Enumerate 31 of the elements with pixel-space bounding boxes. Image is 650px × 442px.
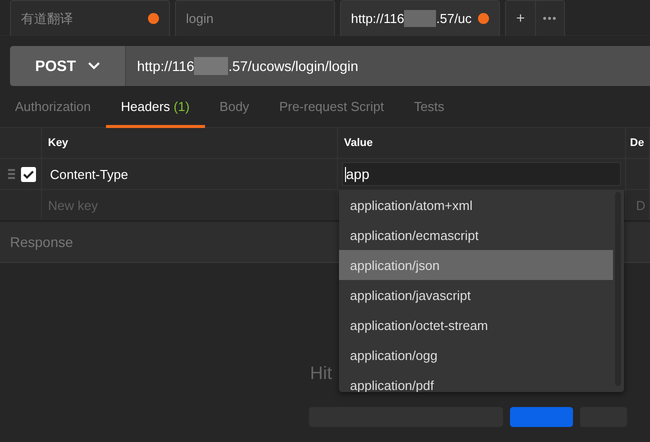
checkbox[interactable]	[21, 166, 36, 182]
column-header: De	[630, 137, 644, 149]
suggestion-item[interactable]: application/ogg	[339, 340, 613, 370]
suggestion-item[interactable]: application/json	[339, 250, 613, 280]
suggestion-item[interactable]: application/atom+xml	[339, 190, 613, 220]
more-button[interactable]: •••	[535, 1, 564, 36]
tab-title: login	[186, 11, 214, 26]
column-header: Value	[344, 137, 373, 149]
chevron-down-icon	[88, 62, 100, 70]
button-placeholder	[510, 407, 573, 427]
tab-title: http://116	[351, 11, 404, 26]
suggestion-item[interactable]: application/javascript	[339, 280, 613, 310]
drag-handle-icon[interactable]	[8, 169, 15, 179]
request-tab[interactable]: login	[175, 0, 335, 36]
url-field[interactable]: http://116 .57/ucows/login/login	[126, 46, 650, 86]
redaction-block	[404, 10, 436, 27]
empty-hint: Hit	[310, 363, 332, 384]
suggestion-item[interactable]: application/ecmascript	[339, 220, 613, 250]
method-dropdown[interactable]: POST	[10, 46, 126, 86]
tab-title: 有道翻译	[21, 10, 73, 28]
new-tab-button[interactable]: +	[506, 1, 535, 36]
suggestion-item[interactable]: application/octet-stream	[339, 310, 613, 340]
request-tab[interactable]: 有道翻译	[10, 0, 170, 36]
request-tab[interactable]: http://116 .57/uc	[340, 0, 500, 36]
tab-title: .57/uc	[436, 11, 472, 26]
response-title: Response	[10, 234, 74, 250]
header-value-field[interactable]: app	[342, 162, 621, 186]
redaction-block	[194, 57, 228, 75]
suggestion-item[interactable]: application/pdf	[339, 370, 613, 392]
column-header: Key	[48, 137, 68, 149]
header-key: Content-Type	[48, 166, 128, 182]
